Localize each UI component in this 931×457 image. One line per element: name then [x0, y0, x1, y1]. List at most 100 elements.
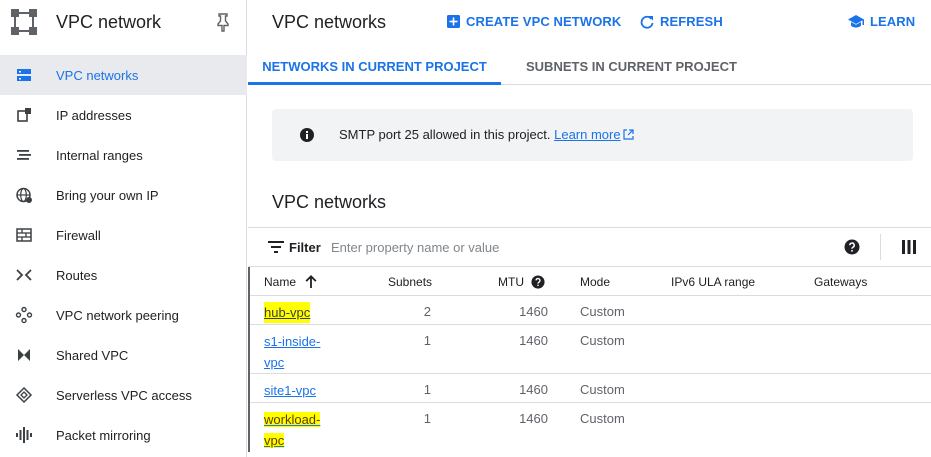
- filter-list-icon: [268, 241, 284, 253]
- mode-cell: Custom: [580, 333, 625, 348]
- column-header-mtu-label: MTU: [498, 275, 524, 289]
- sidebar-item-vpc-network-peering[interactable]: VPC network peering: [0, 295, 247, 335]
- sidebar-item-routes[interactable]: Routes: [0, 255, 247, 295]
- school-icon: [848, 15, 864, 28]
- refresh-icon: [640, 15, 654, 29]
- sidebar-item-label: VPC network peering: [56, 307, 179, 323]
- arrow-upward-icon: [305, 275, 317, 288]
- filter-input[interactable]: [331, 235, 811, 259]
- shared-vpc-icon: [18, 349, 30, 361]
- firewall-icon: [16, 228, 32, 242]
- help-icon[interactable]: [531, 275, 545, 289]
- column-header-mode[interactable]: Mode: [580, 275, 610, 289]
- tab-bar: NETWORKS IN CURRENT PROJECT SUBNETS IN C…: [248, 46, 931, 85]
- sidebar-item-label: Bring your own IP: [56, 187, 159, 203]
- network-name-link[interactable]: workload-vpc: [264, 409, 321, 451]
- refresh-button[interactable]: REFRESH: [640, 14, 723, 29]
- serverless-icon: [15, 386, 33, 404]
- open-in-new-icon: [622, 129, 634, 140]
- product-title: VPC network: [56, 12, 162, 32]
- table-row: s1-inside-vpc 1 1460 Custom: [250, 325, 931, 374]
- column-header-gateways[interactable]: Gateways: [814, 275, 867, 289]
- sidebar-item-label: Internal ranges: [56, 147, 143, 163]
- sidebar-header: VPC network: [0, 0, 247, 46]
- smtp-info-banner: SMTP port 25 allowed in this project. Le…: [272, 109, 913, 161]
- column-header-name-label: Name: [264, 275, 297, 289]
- globe-icon: [16, 187, 32, 203]
- top-bar: VPC networks CREATE VPC NETWORK REFRESH …: [248, 0, 931, 46]
- create-vpc-network-label: CREATE VPC NETWORK: [466, 14, 622, 29]
- subnets-cell: 1: [423, 411, 431, 426]
- subnets-cell: 1: [423, 382, 431, 397]
- divider: [880, 234, 881, 260]
- sidebar-item-ip-addresses[interactable]: IP addresses: [0, 95, 247, 135]
- ip-addresses-icon: [17, 108, 31, 122]
- sidebar-item-bring-your-own-ip[interactable]: Bring your own IP: [0, 175, 247, 215]
- column-header-ipv6-ula-range[interactable]: IPv6 ULA range: [671, 275, 755, 289]
- help-icon[interactable]: [844, 239, 860, 255]
- network-name-link[interactable]: site1-vpc: [264, 380, 316, 401]
- sidebar-item-firewall[interactable]: Firewall: [0, 215, 247, 255]
- sidebar-item-serverless-vpc-access[interactable]: Serverless VPC access: [0, 375, 247, 415]
- section-title: VPC networks: [272, 192, 387, 212]
- subnets-cell: 1: [423, 333, 431, 348]
- mtu-cell: 1460: [519, 411, 548, 426]
- column-header-mtu[interactable]: MTU: [498, 275, 545, 289]
- sidebar-item-label: Shared VPC: [56, 347, 129, 363]
- mode-cell: Custom: [580, 304, 625, 319]
- table-row: hub-vpc 2 1460 Custom: [250, 296, 931, 325]
- column-display-icon[interactable]: [902, 240, 916, 254]
- network-name-link[interactable]: hub-vpc: [264, 302, 311, 323]
- vpc-network-logo-icon: [11, 9, 37, 35]
- page-title: VPC networks: [272, 12, 387, 32]
- column-header-name[interactable]: Name: [264, 275, 317, 289]
- sidebar-item-packet-mirroring[interactable]: Packet mirroring: [0, 415, 247, 455]
- sidebar-item-shared-vpc[interactable]: Shared VPC: [0, 335, 247, 375]
- routes-icon: [16, 269, 32, 281]
- mode-cell: Custom: [580, 411, 625, 426]
- vpc-networks-icon: [17, 69, 31, 81]
- filter-bar: Filter: [248, 227, 931, 267]
- mtu-cell: 1460: [519, 304, 548, 319]
- sidebar-item-internal-ranges[interactable]: Internal ranges: [0, 135, 247, 175]
- sidebar-nav: VPC networks IP addresses Internal range…: [0, 55, 247, 455]
- column-header-subnets[interactable]: Subnets: [388, 275, 432, 289]
- info-text: SMTP port 25 allowed in this project.: [339, 127, 551, 142]
- network-name-line: vpc: [264, 355, 285, 370]
- refresh-label: REFRESH: [660, 14, 723, 29]
- network-name: hub-vpc: [264, 305, 311, 320]
- learn-button[interactable]: LEARN: [848, 14, 915, 29]
- sidebar-item-vpc-networks[interactable]: VPC networks: [0, 55, 247, 95]
- create-vpc-network-button[interactable]: CREATE VPC NETWORK: [447, 14, 621, 29]
- sidebar-item-label: Routes: [56, 267, 98, 283]
- sidebar-item-label: Packet mirroring: [56, 427, 151, 443]
- learn-label: LEARN: [870, 14, 916, 29]
- peering-icon: [15, 306, 33, 324]
- table-row: site1-vpc 1 1460 Custom: [250, 374, 931, 403]
- learn-more-link[interactable]: Learn more: [554, 127, 634, 142]
- tab-networks-in-current-project[interactable]: NETWORKS IN CURRENT PROJECT: [248, 46, 501, 85]
- table-header: Name Subnets MTU Mode IPv6 ULA range Gat…: [250, 267, 931, 296]
- info-text-container: SMTP port 25 allowed in this project. Le…: [339, 127, 634, 142]
- add-box-icon: [447, 15, 460, 28]
- network-name: site1-vpc: [264, 383, 317, 398]
- sidebar-item-label: Serverless VPC access: [56, 387, 192, 403]
- network-name-link[interactable]: s1-inside-vpc: [264, 331, 320, 373]
- vpc-networks-table: Name Subnets MTU Mode IPv6 ULA range Gat…: [248, 267, 931, 452]
- sidebar-item-label: IP addresses: [56, 107, 132, 123]
- filter-label: Filter: [289, 240, 321, 255]
- sidebar: VPC network VPC networks IP addresses In…: [0, 0, 247, 457]
- network-name-line: workload-: [264, 412, 321, 427]
- subnets-cell: 2: [423, 304, 431, 319]
- network-name-line: vpc: [264, 433, 285, 448]
- packet-mirroring-icon: [16, 427, 32, 443]
- pin-icon[interactable]: [214, 12, 232, 32]
- mode-cell: Custom: [580, 382, 625, 397]
- network-name-line: s1-inside-: [264, 334, 321, 349]
- internal-ranges-icon: [17, 150, 31, 160]
- mtu-cell: 1460: [519, 333, 548, 348]
- learn-more-label: Learn more: [554, 127, 621, 142]
- info-icon: [300, 128, 314, 142]
- sidebar-item-label: Firewall: [56, 227, 101, 243]
- tab-subnets-in-current-project[interactable]: SUBNETS IN CURRENT PROJECT: [526, 46, 737, 85]
